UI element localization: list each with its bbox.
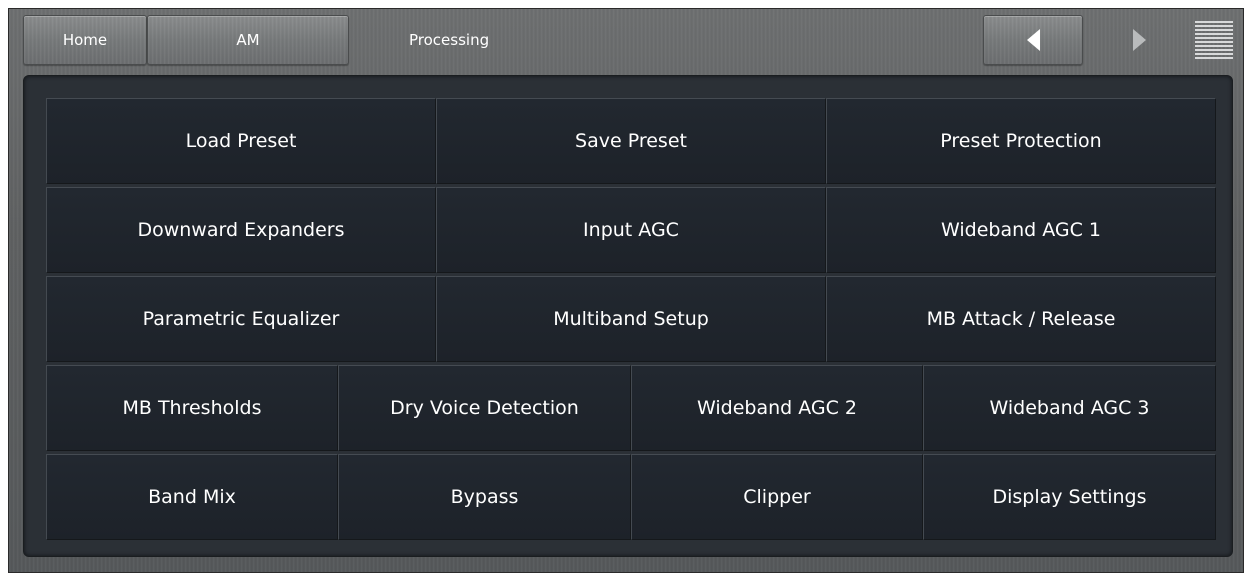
display-settings-button[interactable]: Display Settings bbox=[923, 454, 1216, 540]
wideband-agc-1-button[interactable]: Wideband AGC 1 bbox=[826, 187, 1216, 273]
wideband-agc-3-button[interactable]: Wideband AGC 3 bbox=[923, 365, 1216, 451]
mb-attack-release-button[interactable]: MB Attack / Release bbox=[826, 276, 1216, 362]
app-window: Home AM Processing Load Preset Save Pres… bbox=[8, 8, 1244, 573]
next-page-button[interactable] bbox=[1089, 15, 1189, 65]
preset-protection-button[interactable]: Preset Protection bbox=[826, 98, 1216, 184]
home-button[interactable]: Home bbox=[23, 15, 147, 65]
home-button-label: Home bbox=[62, 31, 108, 49]
downward-expanders-button[interactable]: Downward Expanders bbox=[46, 187, 436, 273]
menu-row-2: Downward Expanders Input AGC Wideband AG… bbox=[46, 187, 1216, 273]
arrow-left-icon bbox=[1026, 29, 1040, 51]
load-preset-button[interactable]: Load Preset bbox=[46, 98, 436, 184]
hamburger-menu-icon[interactable] bbox=[1195, 21, 1233, 61]
parametric-equalizer-button[interactable]: Parametric Equalizer bbox=[46, 276, 436, 362]
clipper-button[interactable]: Clipper bbox=[631, 454, 923, 540]
processing-menu-panel: Load Preset Save Preset Preset Protectio… bbox=[23, 75, 1233, 557]
wideband-agc-2-button[interactable]: Wideband AGC 2 bbox=[631, 365, 923, 451]
dry-voice-detection-button[interactable]: Dry Voice Detection bbox=[338, 365, 631, 451]
page-title: Processing bbox=[409, 31, 490, 49]
am-button[interactable]: AM bbox=[147, 15, 349, 65]
input-agc-button[interactable]: Input AGC bbox=[436, 187, 826, 273]
previous-page-button[interactable] bbox=[983, 15, 1083, 65]
top-navigation-bar: Home AM Processing bbox=[9, 9, 1243, 71]
am-button-label: AM bbox=[236, 31, 260, 49]
menu-row-4: MB Thresholds Dry Voice Detection Wideba… bbox=[46, 365, 1216, 451]
mb-thresholds-button[interactable]: MB Thresholds bbox=[46, 365, 338, 451]
menu-row-3: Parametric Equalizer Multiband Setup MB … bbox=[46, 276, 1216, 362]
band-mix-button[interactable]: Band Mix bbox=[46, 454, 338, 540]
bypass-button[interactable]: Bypass bbox=[338, 454, 631, 540]
arrow-right-icon bbox=[1132, 29, 1146, 51]
save-preset-button[interactable]: Save Preset bbox=[436, 98, 826, 184]
multiband-setup-button[interactable]: Multiband Setup bbox=[436, 276, 826, 362]
menu-row-5: Band Mix Bypass Clipper Display Settings bbox=[46, 454, 1216, 540]
menu-row-1: Load Preset Save Preset Preset Protectio… bbox=[46, 98, 1216, 184]
